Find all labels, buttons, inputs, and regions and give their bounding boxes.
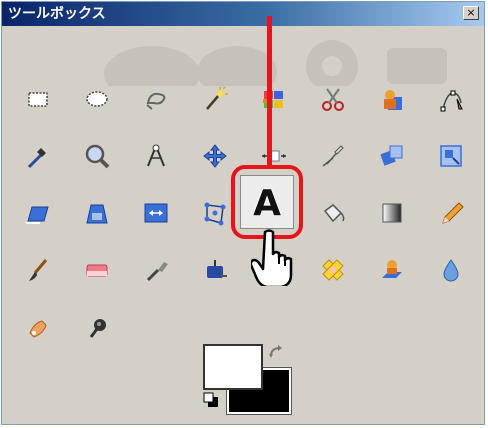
tool-button-airbrush[interactable] (139, 253, 173, 287)
select-by-color-icon (263, 91, 283, 108)
rect-select-icon (28, 92, 48, 107)
tool-button-paths[interactable] (434, 82, 468, 116)
tool-button-bucket-fill[interactable] (316, 196, 350, 230)
scale-icon (440, 145, 462, 167)
blur-sharpen-icon (443, 259, 459, 282)
fuzzy-select-icon (206, 86, 228, 110)
heal-icon (322, 259, 344, 281)
move-icon (203, 144, 227, 168)
tool-button-pencil[interactable] (434, 196, 468, 230)
color-selector (199, 340, 295, 418)
tool-button-rotate[interactable] (375, 139, 409, 173)
tool-button-eraser[interactable] (80, 253, 114, 287)
text-icon: A (252, 182, 282, 223)
tool-button-scissors-select[interactable] (316, 82, 350, 116)
eraser-icon (86, 264, 108, 277)
dodge-burn-icon (89, 319, 106, 338)
window-title: ツールボックス (8, 6, 106, 22)
watermark-decoration (2, 26, 484, 102)
scissors-select-icon (322, 88, 344, 111)
text-tool-glyph: A (253, 183, 281, 223)
shear-icon (26, 206, 49, 224)
ellipse-select-icon (86, 91, 108, 107)
tool-button-move[interactable] (198, 139, 232, 173)
toolbox-window: ツールボックス × A (1, 1, 485, 425)
perspective-clone-icon (382, 260, 402, 278)
hand-cursor-icon (249, 228, 301, 289)
perspective-icon (86, 204, 108, 224)
paths-icon (440, 90, 463, 112)
reset-colors-icon[interactable] (203, 392, 219, 408)
crop-icon (322, 145, 344, 167)
tool-button-fuzzy-select[interactable] (198, 82, 232, 116)
tool-button-free-select[interactable] (139, 82, 173, 116)
tool-button-blur-sharpen[interactable] (434, 253, 468, 287)
tool-button-perspective-clone[interactable] (375, 253, 409, 287)
tool-button-heal[interactable] (316, 253, 350, 287)
foreground-select-icon (384, 90, 402, 110)
title-bar[interactable]: ツールボックス × (2, 2, 484, 26)
tool-button-ellipse-select[interactable] (80, 82, 114, 116)
pencil-icon (442, 202, 464, 224)
tool-button-select-by-color[interactable] (257, 82, 291, 116)
text-tool-button[interactable]: A (240, 175, 294, 229)
tool-button-scale[interactable] (434, 139, 468, 173)
close-button[interactable]: × (463, 6, 479, 20)
tool-button-flip[interactable] (139, 196, 173, 230)
tool-button-ink[interactable] (198, 253, 232, 287)
tool-button-measure[interactable] (139, 139, 173, 173)
color-picker-icon (27, 148, 46, 169)
pointer-arrow-line (267, 16, 272, 166)
bucket-fill-icon (323, 204, 345, 223)
tool-button-dodge-burn[interactable] (80, 310, 114, 344)
tool-button-paintbrush[interactable] (21, 253, 55, 287)
foreground-color-swatch[interactable] (203, 344, 263, 390)
tool-button-color-picker[interactable] (21, 139, 55, 173)
tool-button-perspective[interactable] (80, 196, 114, 230)
measure-icon (147, 144, 165, 167)
tool-button-foreground-select[interactable] (375, 82, 409, 116)
tool-button-crop[interactable] (316, 139, 350, 173)
airbrush-icon (146, 262, 168, 282)
flip-icon (144, 203, 168, 223)
tool-button-shear[interactable] (21, 196, 55, 230)
tool-button-zoom[interactable] (80, 139, 114, 173)
smudge-icon (29, 320, 47, 338)
zoom-icon (85, 144, 110, 169)
cage-transform-icon (204, 202, 226, 226)
ink-icon (207, 260, 227, 278)
tool-button-blend[interactable] (375, 196, 409, 230)
blend-icon (382, 203, 402, 223)
tool-button-rect-select[interactable] (21, 82, 55, 116)
rotate-icon (380, 145, 403, 166)
free-select-icon (146, 92, 166, 110)
tool-button-smudge[interactable] (21, 310, 55, 344)
tool-button-cage-transform[interactable] (198, 196, 232, 230)
swap-colors-icon[interactable] (267, 344, 285, 362)
paintbrush-icon (29, 259, 48, 281)
